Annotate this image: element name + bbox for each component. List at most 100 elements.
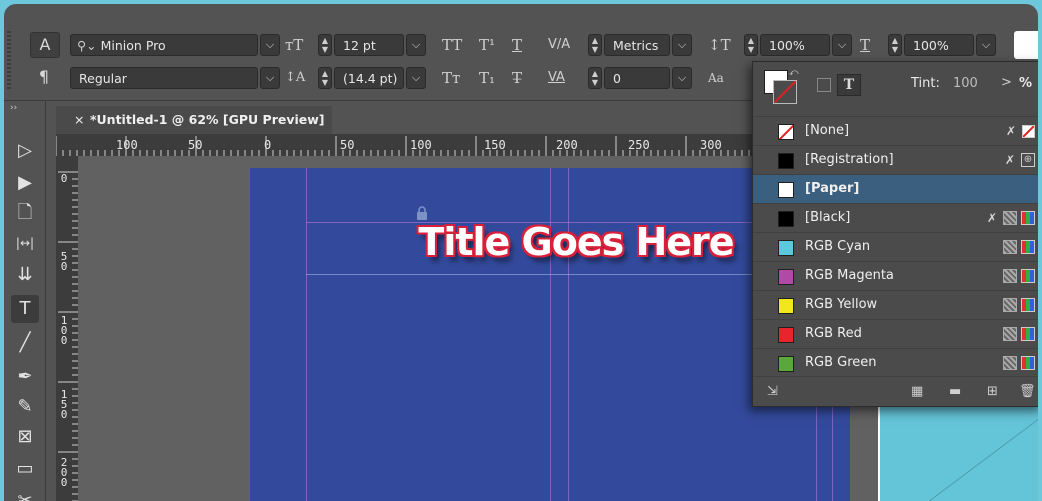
gap-tool-icon[interactable]: |↔|: [11, 229, 39, 257]
type-tool-icon[interactable]: T: [11, 295, 39, 323]
swatch-row[interactable]: RGB Yellow: [753, 290, 1038, 319]
font-style-dropdown[interactable]: ⌵: [260, 67, 280, 89]
horizontal-scale-dropdown[interactable]: ⌵: [976, 34, 996, 56]
leading-field[interactable]: (14.4 pt): [334, 67, 404, 89]
stroke-swatch[interactable]: [773, 80, 797, 104]
swatch-color-chip: [778, 327, 794, 343]
pen-tool-icon[interactable]: ✒: [11, 363, 39, 391]
swatch-type-icons: ✗: [985, 211, 1035, 225]
chevron-down-icon: ⌵: [837, 38, 847, 51]
vertical-scale-dropdown[interactable]: ⌵: [832, 34, 852, 56]
collapse-panel-icon[interactable]: ››: [10, 103, 17, 113]
page-title-text[interactable]: Title Goes Here: [396, 220, 756, 264]
page-tool-icon[interactable]: 🗋: [11, 199, 39, 227]
rectangle-tool-icon[interactable]: ▭: [11, 455, 39, 483]
margin-guide: [306, 168, 307, 501]
rgb-mode-icon: [1021, 211, 1035, 225]
swap-fill-stroke-icon[interactable]: ⤺: [789, 68, 799, 78]
vertical-scale-stepper[interactable]: ▲ ▼: [744, 34, 758, 56]
ruler-label: 150: [484, 138, 506, 152]
paragraph-mode-button[interactable]: ¶: [30, 65, 58, 89]
swatch-row[interactable]: [Paper]: [753, 174, 1038, 203]
rgb-mode-icon: [1021, 327, 1035, 341]
swatch-type-icons: [1003, 240, 1035, 254]
font-size-stepper[interactable]: ▲ ▼: [318, 34, 332, 56]
leading-dropdown[interactable]: ⌵: [406, 67, 426, 89]
kerning-stepper[interactable]: ▲ ▼: [588, 34, 602, 56]
tracking-stepper[interactable]: ▲ ▼: [588, 67, 602, 89]
swatch-name: RGB Red: [805, 326, 862, 341]
chevron-down-icon: ⌵: [411, 38, 421, 51]
vertical-scale-field[interactable]: 100%: [760, 34, 830, 56]
chevron-down-icon: ⌵: [677, 71, 687, 84]
chevron-down-icon: ⌵: [265, 38, 275, 51]
horizontal-scale-field[interactable]: 100%: [904, 34, 974, 56]
ruler-label: 2 0 0: [60, 456, 68, 489]
vertical-ruler[interactable]: 0 5 0 1 0 0 1 5 0 2 0 0: [56, 156, 78, 501]
direct-selection-tool-icon[interactable]: ▶: [11, 169, 39, 197]
font-size-field[interactable]: 12 pt: [334, 34, 404, 56]
strikethrough-button[interactable]: T̶: [512, 67, 522, 89]
formatting-container-button[interactable]: [817, 78, 831, 92]
tint-slider-arrow[interactable]: >: [1001, 75, 1012, 90]
lock-icon[interactable]: [416, 206, 428, 220]
horizontal-scale-stepper[interactable]: ▲ ▼: [888, 34, 902, 56]
swatch-row[interactable]: RGB Red: [753, 319, 1038, 348]
ruler-label: 250: [628, 138, 650, 152]
swatch-row[interactable]: [None] ✗: [753, 116, 1038, 145]
horizontal-scale-icon: T: [860, 36, 871, 54]
chevron-down-icon: ⌵: [411, 71, 421, 84]
ruler-label: 1 0 0: [60, 314, 68, 347]
rgb-mode-icon: [1021, 356, 1035, 370]
rectangle-frame-tool-icon[interactable]: ⊠: [11, 423, 39, 451]
process-color-icon: [1003, 327, 1017, 341]
underline-button[interactable]: T: [512, 34, 522, 56]
swatch-row[interactable]: [Black] ✗: [753, 203, 1038, 232]
process-color-icon: [1003, 269, 1017, 283]
ruler-label: 5 0: [60, 250, 68, 273]
subscript-button[interactable]: T₁: [479, 67, 495, 89]
indesign-window: A ¶ ⚲⌄ Minion Pro ⌵ Regular ⌵ ᴛT ▲ ▼ 12 p…: [4, 4, 1038, 501]
small-caps-button[interactable]: Tт: [442, 67, 460, 89]
swatch-row[interactable]: RGB Cyan: [753, 232, 1038, 261]
font-family-dropdown[interactable]: ⌵: [260, 34, 280, 56]
fill-color-swatch[interactable]: [1014, 31, 1038, 59]
process-color-icon: [1003, 240, 1017, 254]
panel-grip[interactable]: [7, 31, 11, 91]
ruler-label: 200: [556, 138, 578, 152]
tint-field[interactable]: 100: [953, 76, 978, 91]
swatch-row[interactable]: RGB Magenta: [753, 261, 1038, 290]
kerning-dropdown[interactable]: ⌵: [672, 34, 692, 56]
place-swatch-icon[interactable]: ⇲: [767, 384, 778, 399]
new-swatch-icon[interactable]: ⊞: [987, 384, 998, 399]
scissors-tool-icon[interactable]: ✂: [11, 487, 39, 501]
vertical-scale-icon: ↕T: [708, 36, 731, 54]
close-tab-icon[interactable]: ×: [74, 106, 90, 134]
formatting-text-button[interactable]: T: [837, 74, 861, 96]
line-tool-icon[interactable]: ╱: [11, 329, 39, 357]
show-all-swatches-icon[interactable]: ▦: [911, 384, 923, 399]
swatch-name: [Registration]: [805, 152, 894, 167]
document-tab[interactable]: × *Untitled-1 @ 62% [GPU Preview]: [56, 106, 332, 134]
new-color-group-icon[interactable]: ▬: [949, 384, 961, 399]
tracking-dropdown[interactable]: ⌵: [672, 67, 692, 89]
swatch-name: RGB Cyan: [805, 239, 871, 254]
character-mode-button[interactable]: A: [30, 32, 60, 58]
all-caps-button[interactable]: TT: [442, 34, 462, 56]
leading-stepper[interactable]: ▲ ▼: [318, 67, 332, 89]
pencil-tool-icon[interactable]: ✎: [11, 393, 39, 421]
kerning-field[interactable]: Metrics: [604, 34, 670, 56]
swatch-row[interactable]: RGB Green: [753, 348, 1038, 377]
rgb-mode-icon: [1021, 240, 1035, 254]
delete-swatch-icon[interactable]: 🗑: [1019, 384, 1036, 399]
content-collector-tool-icon[interactable]: ⇊: [11, 261, 39, 289]
font-family-field[interactable]: ⚲⌄ Minion Pro: [70, 34, 258, 56]
tracking-field[interactable]: 0: [604, 67, 670, 89]
font-style-field[interactable]: Regular: [70, 67, 258, 89]
superscript-button[interactable]: T¹: [479, 34, 495, 56]
non-editable-icon: ✗: [1005, 124, 1017, 138]
font-size-dropdown[interactable]: ⌵: [406, 34, 426, 56]
ruler-label: 1 5 0: [60, 388, 68, 421]
swatch-row[interactable]: [Registration] ✗ ⊕: [753, 145, 1038, 174]
selection-tool-icon[interactable]: ▷: [11, 137, 39, 165]
